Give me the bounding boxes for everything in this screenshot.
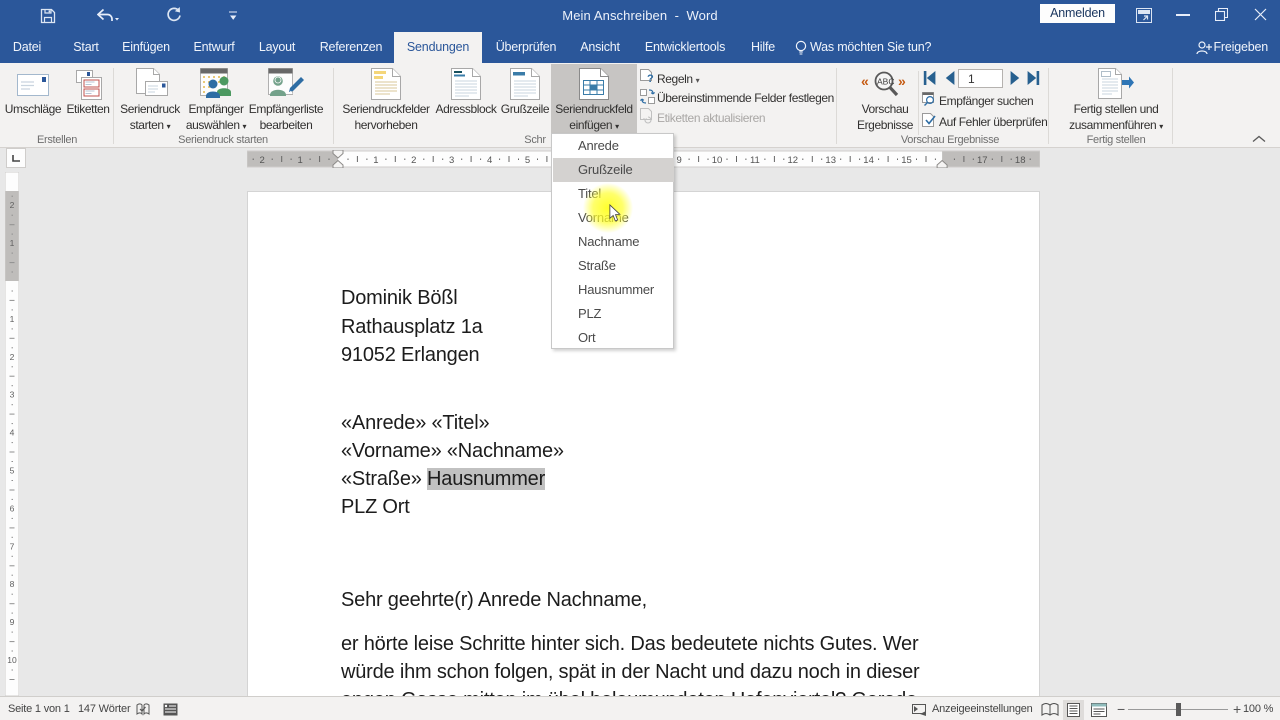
svg-text:17: 17	[977, 155, 988, 166]
svg-text:10: 10	[712, 155, 723, 166]
svg-text:3: 3	[10, 390, 15, 400]
svg-text:18: 18	[1015, 155, 1026, 166]
svg-text:1: 1	[10, 314, 15, 324]
svg-text:2: 2	[10, 200, 15, 210]
svg-text:13: 13	[825, 155, 836, 166]
svg-text:1: 1	[297, 155, 302, 166]
svg-text:2: 2	[260, 155, 265, 166]
svg-text:4: 4	[487, 155, 492, 166]
svg-text:»: »	[898, 73, 906, 89]
svg-text:12: 12	[788, 155, 799, 166]
svg-text:2: 2	[10, 352, 15, 362]
svg-text:2: 2	[411, 155, 416, 166]
svg-text:15: 15	[901, 155, 912, 166]
svg-text:5: 5	[525, 155, 530, 166]
svg-text:8: 8	[10, 579, 15, 589]
svg-text:1: 1	[373, 155, 378, 166]
svg-text:ABC: ABC	[877, 77, 894, 87]
svg-text:4: 4	[10, 428, 15, 438]
svg-text:10: 10	[7, 655, 17, 665]
svg-text:11: 11	[750, 155, 760, 166]
svg-text:5: 5	[10, 466, 15, 476]
svg-text:9: 9	[676, 155, 681, 166]
svg-text:7: 7	[10, 541, 15, 551]
svg-text:14: 14	[863, 155, 874, 166]
svg-text:3: 3	[449, 155, 454, 166]
svg-text:?: ?	[647, 73, 654, 84]
svg-text:6: 6	[10, 503, 15, 513]
svg-text:9: 9	[10, 617, 15, 627]
svg-text:«: «	[861, 73, 869, 89]
svg-text:1: 1	[10, 238, 15, 248]
